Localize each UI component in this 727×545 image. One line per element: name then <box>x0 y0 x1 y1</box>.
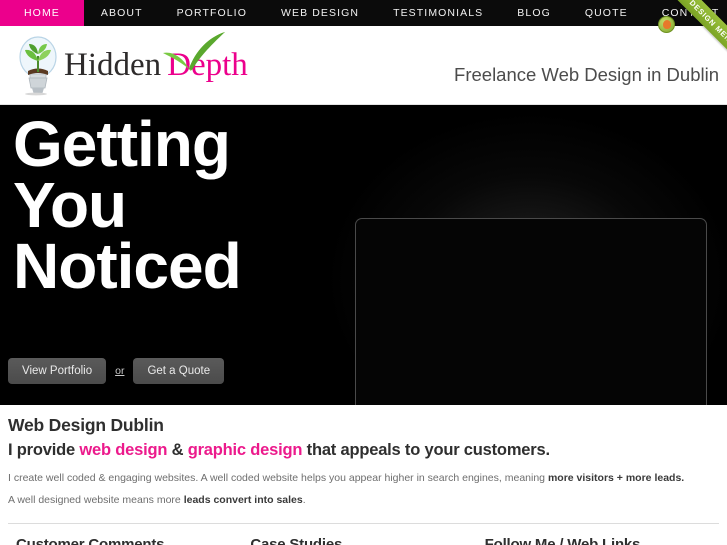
nav-item-home[interactable]: HOME <box>0 0 84 26</box>
nav-item-blog[interactable]: BLOG <box>500 0 568 26</box>
footer-column-title: Case Studies <box>250 535 343 545</box>
header-tagline: Freelance Web Design in Dublin <box>454 64 719 85</box>
imac-monitor-illustration <box>355 218 707 405</box>
hero-heading-line-3: Noticed <box>13 229 242 302</box>
main-content: Web Design Dublin I provide web design &… <box>0 405 727 545</box>
nav-item-label: HOME <box>24 7 60 19</box>
get-a-quote-button[interactable]: Get a Quote <box>133 358 225 384</box>
site-header: Hidden Depth Freelance Web Design in Dubl… <box>0 26 727 105</box>
ribbon-award-icon <box>658 16 675 33</box>
paragraph-2-text: A well designed website means more <box>8 493 184 506</box>
hero-heading-line-1: Getting <box>13 108 231 180</box>
nav-item-web-design[interactable]: WEB DESIGN <box>264 0 376 26</box>
site-logo[interactable]: Hidden Depth <box>0 31 248 96</box>
footer-column-follow-me: Follow Me / Web Links <box>485 536 711 545</box>
subtitle-highlight-graphic-design[interactable]: graphic design <box>188 441 303 459</box>
paragraph-1-bold: more visitors + more leads. <box>547 472 685 484</box>
hero-heading: Getting You Noticed <box>13 108 242 302</box>
nav-item-portfolio[interactable]: PORTFOLIO <box>160 0 264 26</box>
subtitle-part-1: I provide <box>8 441 80 459</box>
hero-heading-line-2: You <box>13 168 127 241</box>
hero-banner: Getting You Noticed View Portfolio or Ge… <box>0 105 727 405</box>
view-portfolio-button[interactable]: View Portfolio <box>8 358 107 384</box>
intro-paragraph-2: A well designed website means more leads… <box>8 493 719 509</box>
logo-text-hidden: Hidden <box>64 46 162 83</box>
subtitle-highlight-web-design[interactable]: web design <box>79 441 167 459</box>
paragraph-2-tail: . <box>302 493 306 506</box>
footer-column-title: Follow Me / Web Links <box>484 535 641 545</box>
monitor-screen <box>355 218 707 405</box>
logo-text-depth: Depth <box>167 46 248 83</box>
page-subtitle: I provide web design & graphic design th… <box>8 441 719 460</box>
nav-item-quote[interactable]: QUOTE <box>568 0 645 26</box>
main-navigation: HOME ABOUT PORTFOLIO WEB DESIGN TESTIMON… <box>0 0 727 26</box>
subtitle-part-2: & <box>167 441 188 459</box>
nav-item-label: BLOG <box>517 7 551 19</box>
hero-actions: View Portfolio or Get a Quote <box>8 358 225 384</box>
nav-item-label: PORTFOLIO <box>176 7 247 19</box>
nav-item-about[interactable]: ABOUT <box>84 0 160 26</box>
nav-item-label: QUOTE <box>584 7 628 19</box>
footer-columns: Customer Comments Case Studies Follow Me… <box>8 524 719 545</box>
nav-item-contact[interactable]: CONTACT <box>645 0 727 26</box>
intro-paragraph-1: I create well coded & engaging websites.… <box>8 471 719 487</box>
footer-column-customer-comments: Customer Comments <box>16 536 242 545</box>
nav-item-label: ABOUT <box>100 7 143 19</box>
or-link[interactable]: or <box>115 365 124 377</box>
logo-wordmark: Hidden Depth <box>64 31 248 83</box>
footer-column-case-studies: Case Studies <box>250 536 476 545</box>
nav-item-testimonials[interactable]: TESTIMONIALS <box>376 0 500 26</box>
nav-item-label: TESTIMONIALS <box>393 7 484 19</box>
lightbulb-plant-icon <box>14 34 62 96</box>
footer-column-title: Customer Comments <box>16 535 165 545</box>
paragraph-2-bold: leads convert into sales <box>183 493 303 506</box>
subtitle-part-3: that appeals to your customers. <box>302 441 550 459</box>
paragraph-1-text: I create well coded & engaging websites.… <box>8 472 548 484</box>
page-title: Web Design Dublin <box>8 415 164 435</box>
nav-item-label: WEB DESIGN <box>280 7 360 19</box>
